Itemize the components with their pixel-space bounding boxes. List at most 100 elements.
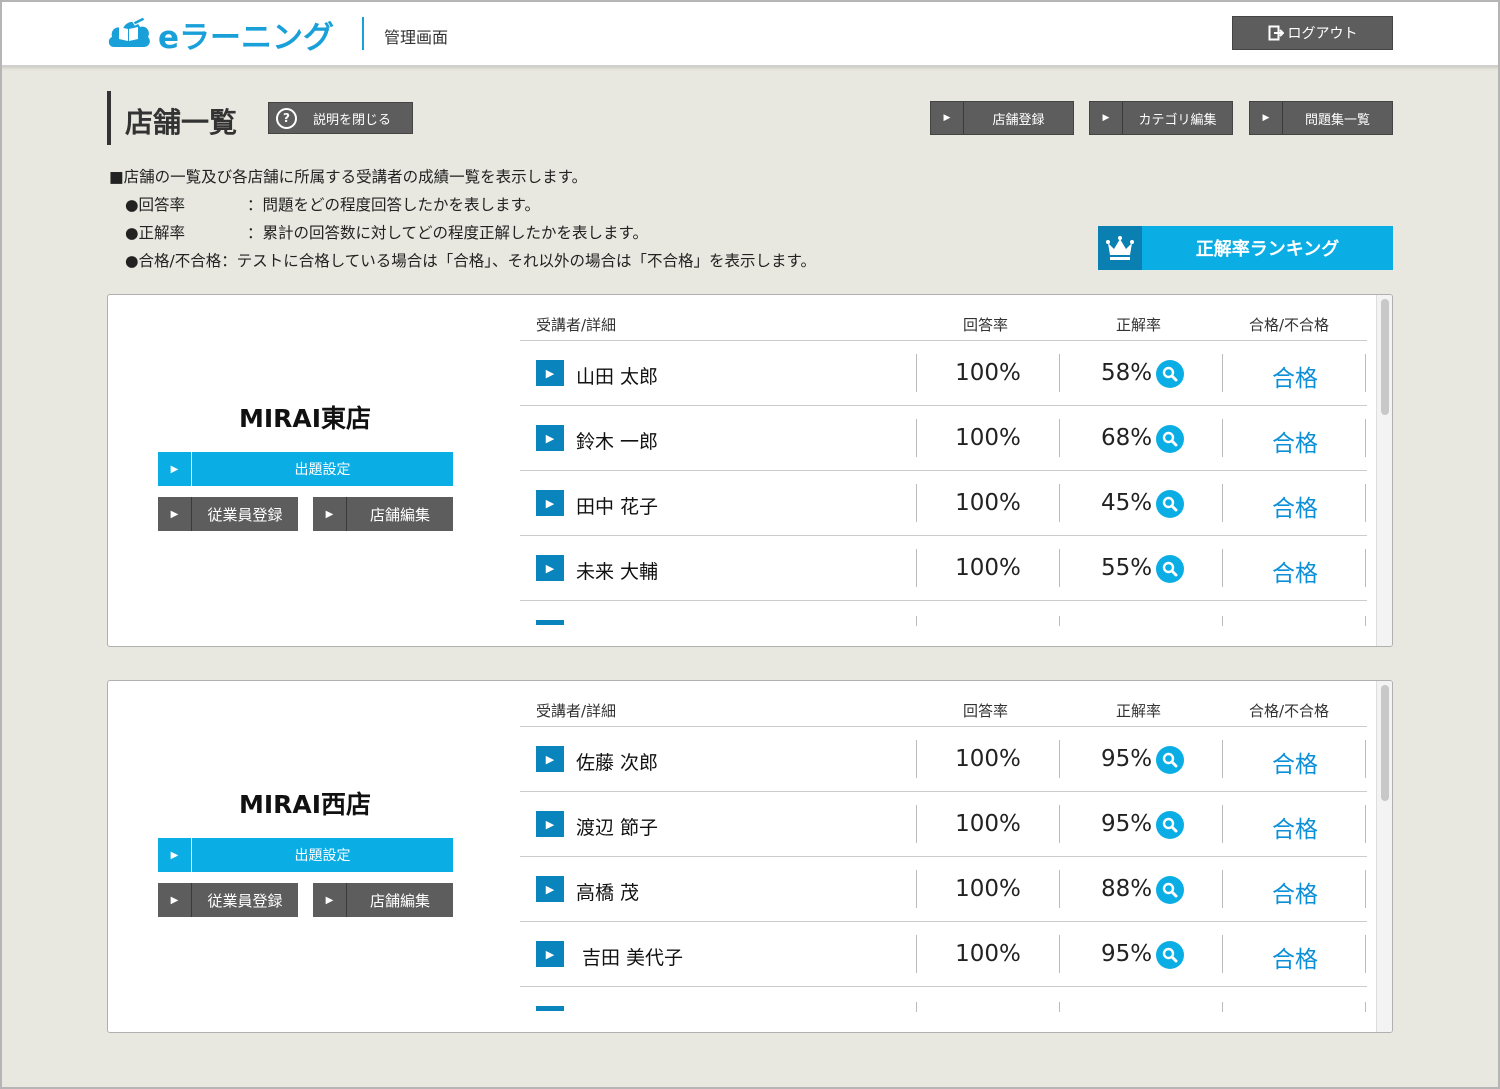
play-arrow-icon[interactable]: ▶ [536,490,564,516]
answer-rate: 100% [955,425,1021,451]
answer-rate: 100% [955,876,1021,902]
category-edit-button[interactable]: ▶ カテゴリ編集 [1089,101,1233,135]
description-key: ●正解率 [125,224,186,242]
question-list-label: 問題集一覧 [1304,112,1370,128]
page-title: 店舗一覧 [125,106,238,139]
app-logo[interactable]: eラーニング [106,11,334,57]
column-divider [1222,1002,1223,1012]
employee-register-label: 従業員登録 [207,891,283,910]
play-arrow-icon[interactable]: ▶ [536,425,564,451]
play-arrow-icon: ▶ [313,883,347,917]
play-arrow-icon[interactable]: ▶ [536,941,564,967]
play-arrow-icon[interactable]: ▶ [536,360,564,386]
trainee-name[interactable]: 渡辺 節子 [576,813,658,840]
description-key: ●回答率 [125,196,186,214]
header-trainee: 受講者/詳細 [536,316,617,334]
panel-scrollbar[interactable] [1376,681,1392,1032]
trainee-name[interactable]: 高橋 茂 [576,878,639,905]
play-arrow-icon: ▶ [931,102,964,134]
play-arrow-icon[interactable] [536,1006,564,1011]
pass-status: 合格 [1272,366,1318,392]
column-divider [1365,935,1366,973]
column-divider [1222,419,1223,457]
column-divider [916,616,917,626]
header-answer-rate: 回答率 [963,316,1009,334]
column-divider [1059,354,1060,392]
column-divider [1365,616,1366,626]
magnifier-icon[interactable] [1156,425,1184,453]
column-divider [1059,935,1060,973]
question-list-button[interactable]: ▶ 問題集一覧 [1249,101,1393,135]
store-edit-button[interactable]: ▶ 店舗編集 [313,497,453,531]
pass-status: 合格 [1272,947,1318,973]
description-text: ：問題をどの程度回答したかを表します。 [247,196,540,214]
column-divider [916,935,917,973]
play-arrow-icon[interactable] [536,620,564,625]
header-accuracy: 正解率 [1116,316,1162,334]
accuracy-rate: 95% [1101,811,1153,837]
magnifier-icon[interactable] [1156,876,1184,904]
column-divider [1365,484,1366,522]
accuracy-rate: 45% [1101,490,1153,516]
answer-rate: 100% [955,811,1021,837]
store-edit-button[interactable]: ▶ 店舗編集 [313,883,453,917]
trainee-name[interactable]: 未来 大輔 [576,557,658,584]
magnifier-icon[interactable] [1156,360,1184,388]
description-item: ●正解率 ：累計の回答数に対してどの程度正解したかを表します。 [109,219,816,247]
column-divider [1059,616,1060,626]
close-help-label: 説明を閉じる [313,112,392,128]
crown-icon [1098,226,1142,270]
table-row: ▶ 田中 花子 100% 45% 合格 [520,471,1367,536]
pass-status: 合格 [1272,561,1318,587]
column-divider [1059,740,1060,778]
scrollbar-thumb[interactable] [1381,685,1389,801]
magnifier-icon[interactable] [1156,941,1184,969]
question-settings-button[interactable]: ▶ 出題設定 [158,452,453,486]
column-divider [1365,354,1366,392]
trainee-name[interactable]: 吉田 美代子 [582,943,683,970]
store-name: MIRAI東店 [238,404,372,433]
employee-register-button[interactable]: ▶ 従業員登録 [158,497,298,531]
play-arrow-icon[interactable]: ▶ [536,876,564,902]
magnifier-icon[interactable] [1156,746,1184,774]
trainee-name[interactable]: 鈴木 一郎 [576,427,658,454]
magnifier-icon[interactable] [1156,490,1184,518]
magnifier-icon[interactable] [1156,555,1184,583]
table-row: ▶ 未来 大輔 100% 55% 合格 [520,536,1367,601]
accuracy-ranking-button[interactable]: 正解率ランキング [1098,226,1393,270]
trainee-table: 受講者/詳細 回答率 正解率 合格/不合格 ▶ 山田 太郎 100% 58% 合… [520,295,1367,631]
trainee-name[interactable]: 田中 花子 [576,492,658,519]
column-divider [1222,805,1223,843]
description-block: ■店舗の一覧及び各店舗に所属する受講者の成績一覧を表示します。 ●回答率 ：問題… [109,163,816,275]
play-arrow-icon[interactable]: ▶ [536,811,564,837]
trainee-table: 受講者/詳細 回答率 正解率 合格/不合格 ▶ 佐藤 次郎 100% 95% 合… [520,681,1367,1017]
header-trainee: 受講者/詳細 [536,702,617,720]
play-arrow-icon[interactable]: ▶ [536,555,564,581]
scrollbar-thumb[interactable] [1381,299,1389,415]
column-divider [1059,419,1060,457]
store-register-button[interactable]: ▶ 店舗登録 [930,101,1074,135]
accuracy-rate: 55% [1101,555,1153,581]
trainee-name[interactable]: 山田 太郎 [576,362,658,389]
top-header: eラーニング 管理画面 ログアウト [0,0,1500,66]
panel-scrollbar[interactable] [1376,295,1392,646]
column-divider [1059,484,1060,522]
header-accuracy: 正解率 [1116,702,1162,720]
answer-rate: 100% [955,941,1021,967]
pass-status: 合格 [1272,431,1318,457]
table-row-partial [520,601,1367,631]
answer-rate: 100% [955,360,1021,386]
trainee-name[interactable]: 佐藤 次郎 [576,748,658,775]
logout-button[interactable]: ログアウト [1232,16,1393,50]
column-divider [916,870,917,908]
store-panel: MIRAI東店 ▶ 出題設定 ▶ 従業員登録 ▶ 店舗編集 受講者/詳細 回答率… [107,294,1393,647]
question-settings-button[interactable]: ▶ 出題設定 [158,838,453,872]
pass-status: 合格 [1272,882,1318,908]
column-divider [1365,1002,1366,1012]
table-header: 受講者/詳細 回答率 正解率 合格/不合格 [520,295,1367,341]
magnifier-icon[interactable] [1156,811,1184,839]
employee-register-button[interactable]: ▶ 従業員登録 [158,883,298,917]
play-arrow-icon[interactable]: ▶ [536,746,564,772]
close-help-button[interactable]: ? 説明を閉じる [268,102,413,134]
question-circle-icon: ? [276,107,297,129]
